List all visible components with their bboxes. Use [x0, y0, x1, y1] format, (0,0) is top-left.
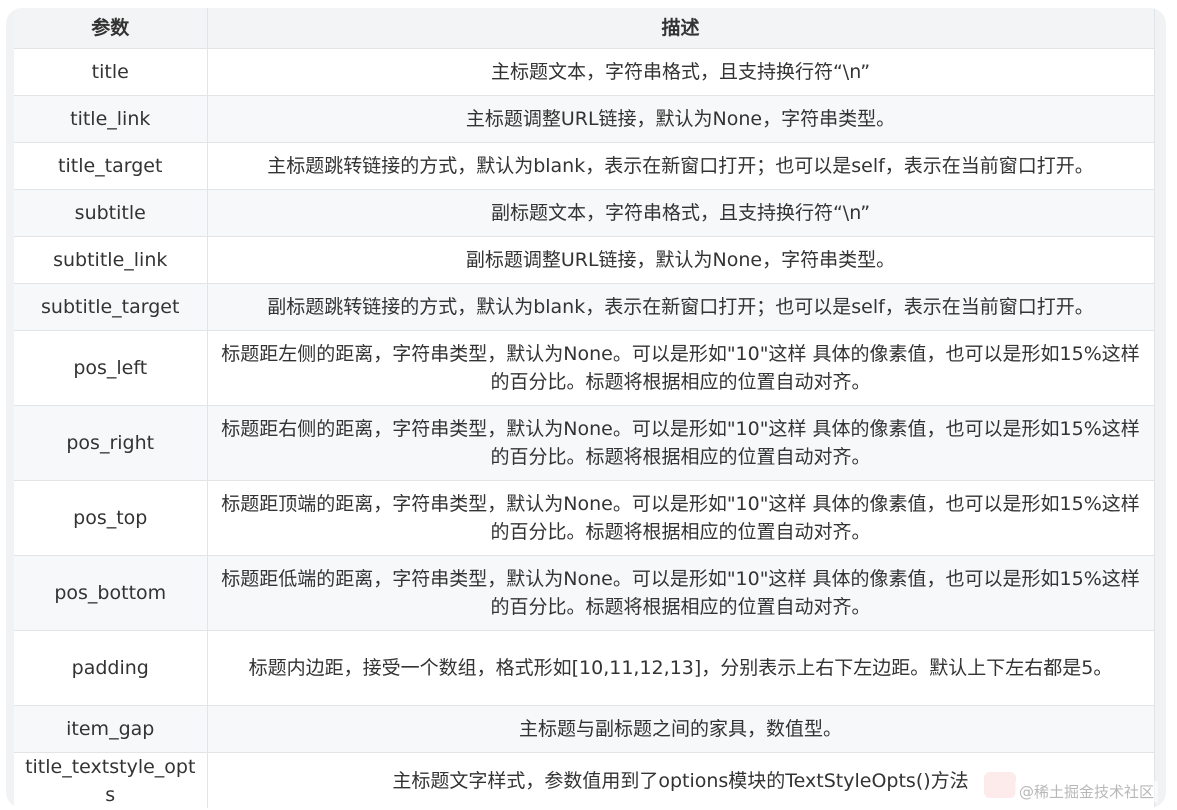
table-row: pos_bottom 标题距低端的距离，字符串类型，默认为None。可以是形如"1…	[14, 555, 1155, 631]
desc-cell: 标题距右侧的距离，字符串类型，默认为None。可以是形如"10"这样 具体的像素…	[207, 405, 1155, 481]
table-card: 参数 描述 title 主标题文本，字符串格式，且支持换行符“\n” title_l…	[6, 8, 1166, 808]
table-header-row: 参数 描述	[14, 8, 1155, 49]
desc-cell: 副标题文本，字符串格式，且支持换行符“\n”	[207, 189, 1155, 237]
desc-cell: 副标题跳转链接的方式，默认为blank，表示在新窗口打开；也可以是self，表示…	[207, 283, 1155, 331]
desc-cell: 副标题调整URL链接，默认为None，字符串类型。	[207, 236, 1155, 284]
table-row: item_gap 主标题与副标题之间的家具，数值型。	[14, 705, 1155, 753]
table-row: title_textstyle_opts 主标题文字样式，参数值用到了option…	[14, 752, 1155, 808]
param-cell: title	[14, 48, 208, 96]
param-cell: pos_left	[14, 330, 208, 406]
param-cell: item_gap	[14, 705, 208, 753]
param-cell: pos_top	[14, 480, 208, 556]
param-cell: pos_bottom	[14, 555, 208, 631]
header-desc: 描述	[207, 8, 1155, 49]
param-cell: subtitle_link	[14, 236, 208, 284]
table-row: pos_left 标题距左侧的距离，字符串类型，默认为None。可以是形如"10"…	[14, 330, 1155, 406]
table-row: subtitle_target 副标题跳转链接的方式，默认为blank，表示在新窗…	[14, 283, 1155, 331]
table-row: pos_right 标题距右侧的距离，字符串类型，默认为None。可以是形如"10…	[14, 405, 1155, 481]
header-param: 参数	[14, 8, 208, 49]
param-cell: title_link	[14, 95, 208, 143]
param-cell: subtitle	[14, 189, 208, 237]
table-row: pos_top 标题距顶端的距离，字符串类型，默认为None。可以是形如"10"这…	[14, 480, 1155, 556]
desc-cell: 标题内边距，接受一个数组，格式形如[10,11,12,13]，分别表示上右下左边…	[207, 630, 1155, 706]
parameter-table: 参数 描述 title 主标题文本，字符串格式，且支持换行符“\n” title_l…	[14, 8, 1155, 808]
param-cell: subtitle_target	[14, 283, 208, 331]
table-row: title_link 主标题调整URL链接，默认为None，字符串类型。	[14, 95, 1155, 143]
table-row: title_target 主标题跳转链接的方式，默认为blank，表示在新窗口打开…	[14, 142, 1155, 190]
table-row: padding 标题内边距，接受一个数组，格式形如[10,11,12,13]，分别…	[14, 630, 1155, 706]
param-cell: pos_right	[14, 405, 208, 481]
param-cell: title_textstyle_opts	[14, 752, 208, 808]
param-cell: padding	[14, 630, 208, 706]
desc-cell: 标题距低端的距离，字符串类型，默认为None。可以是形如"10"这样 具体的像素…	[207, 555, 1155, 631]
watermark: @稀土掘金技术社区	[1014, 781, 1158, 802]
desc-cell: 主标题与副标题之间的家具，数值型。	[207, 705, 1155, 753]
desc-cell: 主标题调整URL链接，默认为None，字符串类型。	[207, 95, 1155, 143]
param-cell: title_target	[14, 142, 208, 190]
table-row: title 主标题文本，字符串格式，且支持换行符“\n”	[14, 48, 1155, 96]
table-row: subtitle_link 副标题调整URL链接，默认为None，字符串类型。	[14, 236, 1155, 284]
table-row: subtitle 副标题文本，字符串格式，且支持换行符“\n”	[14, 189, 1155, 237]
watermark-logo	[984, 772, 1016, 798]
desc-cell: 标题距左侧的距离，字符串类型，默认为None。可以是形如"10"这样 具体的像素…	[207, 330, 1155, 406]
desc-cell: 主标题文本，字符串格式，且支持换行符“\n”	[207, 48, 1155, 96]
desc-cell: 主标题跳转链接的方式，默认为blank，表示在新窗口打开；也可以是self，表示…	[207, 142, 1155, 190]
desc-cell: 标题距顶端的距离，字符串类型，默认为None。可以是形如"10"这样 具体的像素…	[207, 480, 1155, 556]
